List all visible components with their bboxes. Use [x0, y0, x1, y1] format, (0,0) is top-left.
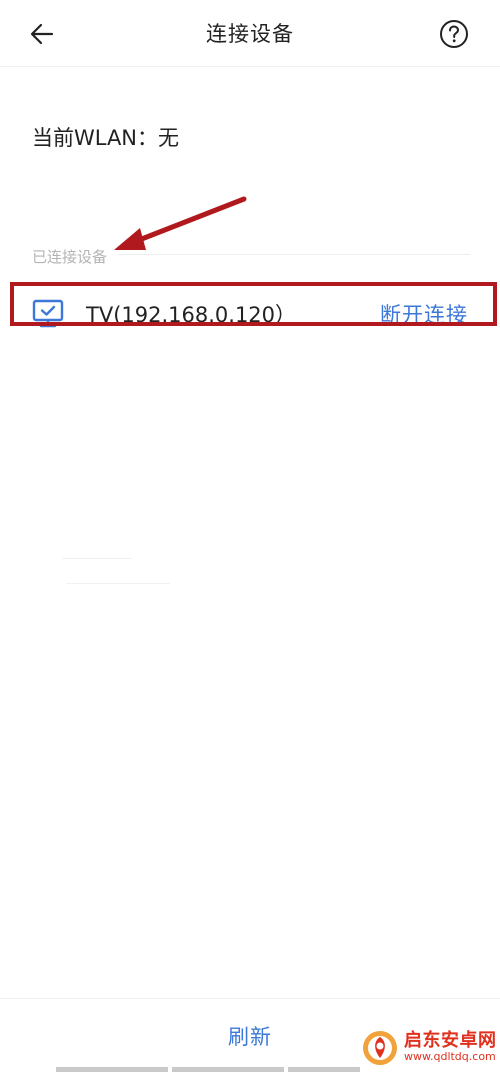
page-title: 连接设备 [206, 22, 294, 46]
current-wlan-text: 当前WLAN：无 [32, 126, 180, 150]
annotation-arrow [114, 196, 247, 250]
connected-devices-label: 已连接设备 [32, 248, 108, 266]
bottom-strip [288, 1067, 360, 1072]
section-divider [118, 254, 470, 255]
question-circle-icon [440, 20, 468, 48]
watermark-title: 启东安卓网 [404, 1029, 497, 1051]
monitor-check-icon [32, 299, 64, 328]
bottom-strip [172, 1067, 284, 1072]
faint-divider [62, 558, 132, 559]
faint-divider [66, 583, 170, 584]
disconnect-button[interactable]: 断开连接 [380, 299, 468, 329]
connect-device-screen: 连接设备 当前WLAN：无 已连接设备 TV(192.168.0.120） 断开… [0, 0, 500, 1072]
bottom-strip [56, 1067, 168, 1072]
watermark-url: www.qdltdq.com [404, 1049, 496, 1063]
device-name: TV(192.168.0.120） [86, 303, 297, 327]
header-bar: 连接设备 [0, 0, 500, 67]
help-button[interactable] [434, 14, 474, 54]
watermark: 启东安卓网 www.qdltdq.com [360, 1022, 500, 1072]
watermark-logo-icon [363, 1031, 397, 1065]
